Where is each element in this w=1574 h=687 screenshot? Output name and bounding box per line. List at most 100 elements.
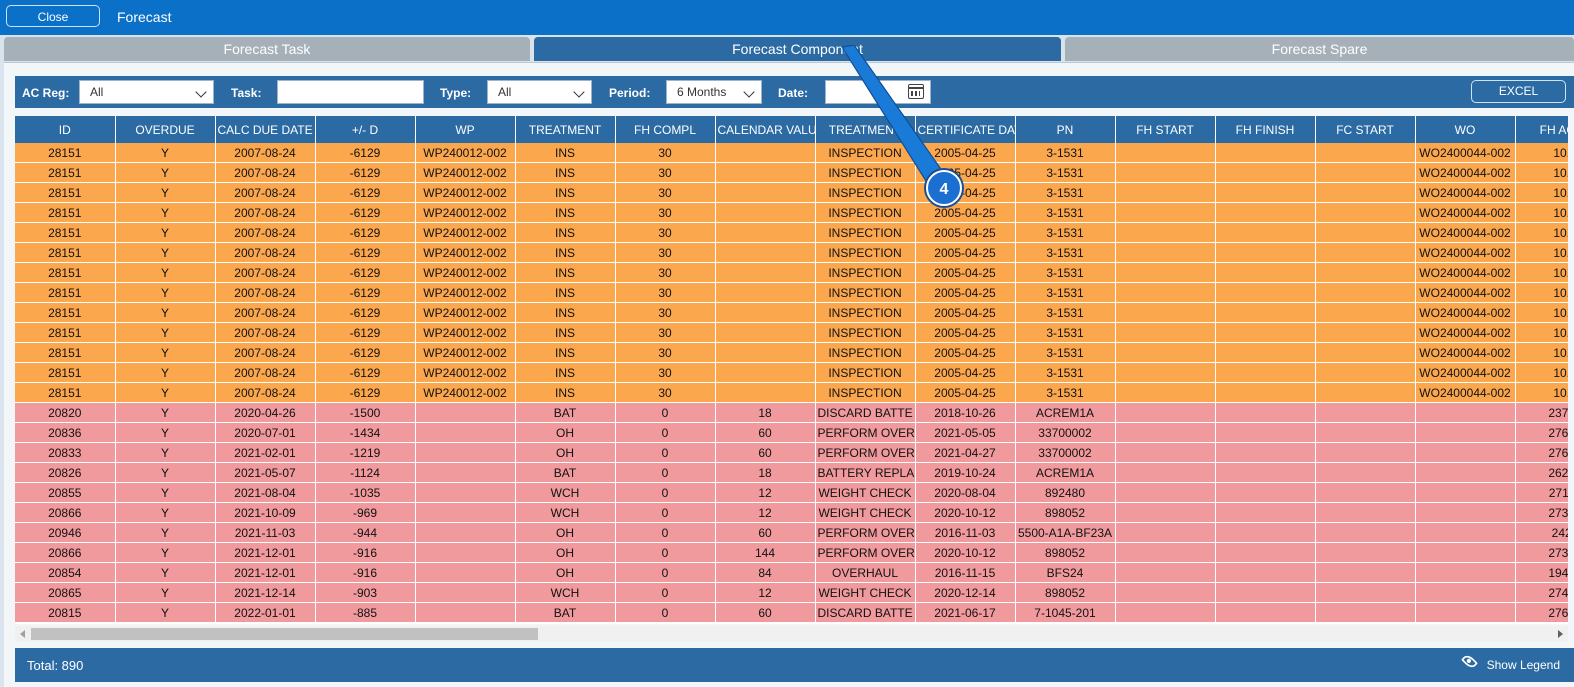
table-row[interactable]: 28151 Y 2007-08-24 -6129 WP240012-002 INS 30 IN… [15,282,1568,303]
table-cell [1115,522,1216,543]
table-cell: -6129 [315,222,416,243]
table-cell: 3-1531 [1015,362,1116,383]
table-cell [715,382,816,403]
table-cell: OH [515,522,616,543]
column-header[interactable]: PN [1015,116,1116,143]
table-cell: 28151 [15,182,116,203]
table-row[interactable]: 28151 Y 2007-08-24 -6129 WP240012-002 INS 30 IN… [15,362,1568,383]
table-cell: 2020-10-12 [915,502,1016,523]
table-cell: WO2400044-002 [1415,242,1516,263]
table-row[interactable]: 28151 Y 2007-08-24 -6129 WP240012-002 INS 30 IN… [15,342,1568,363]
table-cell [1415,502,1516,523]
table-row[interactable]: 20815 Y 2022-01-01 -885 BAT 0 60 DISCARD BATTE 2… [15,602,1568,623]
excel-button[interactable]: EXCEL [1471,80,1566,103]
scroll-right-icon[interactable] [1558,630,1563,638]
column-header[interactable]: WP [415,116,516,143]
table-cell [1215,302,1316,323]
table-cell: 28151 [15,322,116,343]
table-row[interactable]: 20866 Y 2021-12-01 -916 OH 0 144 PERFORM OVER 20… [15,542,1568,563]
table-cell: INS [515,322,616,343]
column-header[interactable]: FH START [1115,116,1216,143]
column-header[interactable]: TREATMENT [515,116,616,143]
column-header[interactable]: CALC DUE DATE [215,116,316,143]
close-button[interactable]: Close [6,5,100,27]
table-cell: 27112 [1515,482,1568,503]
table-cell [1215,182,1316,203]
tab-forecast-spare[interactable]: Forecast Spare [1065,37,1574,61]
table-cell: 19441 [1515,562,1568,583]
table-cell: -1500 [315,402,416,423]
table-cell: Y [115,202,216,223]
column-header[interactable]: +/- D [315,116,416,143]
table-row[interactable]: 20865 Y 2021-12-14 -903 WCH 0 12 WEIGHT CHECK 20… [15,582,1568,603]
table-row[interactable]: 28151 Y 2007-08-24 -6129 WP240012-002 INS 30 IN… [15,182,1568,203]
table-row[interactable]: 20826 Y 2021-05-07 -1124 BAT 0 18 BATTERY REPLA… [15,462,1568,483]
column-header[interactable]: ID [15,116,116,143]
table-cell: 7-1045-201 [1015,602,1116,623]
column-header[interactable]: WO [1415,116,1516,143]
table-cell: 18 [715,462,816,483]
table-cell [1415,522,1516,543]
table-cell [1415,602,1516,623]
table-row[interactable]: 28151 Y 2007-08-24 -6129 WP240012-002 INS 30 IN… [15,143,1568,163]
task-input[interactable] [277,80,424,104]
table-cell: WO2400044-002 [1415,202,1516,223]
period-select[interactable]: 6 Months [666,80,762,104]
table-row[interactable]: 20866 Y 2021-10-09 -969 WCH 0 12 WEIGHT CHECK 20… [15,502,1568,523]
type-select[interactable]: All [487,80,592,104]
scroll-left-icon[interactable] [20,630,25,638]
table-row[interactable]: 20854 Y 2021-12-01 -916 OH 0 84 OVERHAUL 2016-11… [15,562,1568,583]
table-cell [1115,302,1216,323]
column-header[interactable]: FH FINISH [1215,116,1316,143]
ac-reg-select[interactable]: All [79,80,214,104]
table-row[interactable]: 28151 Y 2007-08-24 -6129 WP240012-002 INS 30 IN… [15,222,1568,243]
table-cell: 20815 [15,602,116,623]
table-cell: WO2400044-002 [1415,342,1516,363]
calendar-icon[interactable] [908,84,924,99]
table-row[interactable]: 28151 Y 2007-08-24 -6129 WP240012-002 INS 30 IN… [15,162,1568,183]
tab-forecast-task[interactable]: Forecast Task [4,37,530,61]
table-cell: 0 [615,482,716,503]
table-row[interactable]: 20833 Y 2021-02-01 -1219 OH 0 60 PERFORM OVER 20… [15,442,1568,463]
table-cell: WP240012-002 [415,382,516,403]
column-header[interactable]: FH AC IN [1515,116,1568,143]
eye-icon[interactable] [1461,653,1478,670]
table-row[interactable]: 20855 Y 2021-08-04 -1035 WCH 0 12 WEIGHT CHECK 2… [15,482,1568,503]
table-cell [1315,342,1416,363]
table-cell: BAT [515,462,616,483]
table-row[interactable]: 20836 Y 2020-07-01 -1434 OH 0 60 PERFORM OVER 20… [15,422,1568,443]
scrollbar-thumb[interactable] [31,628,538,640]
table-row[interactable]: 28151 Y 2007-08-24 -6129 WP240012-002 INS 30 IN… [15,202,1568,223]
table-row[interactable]: 28151 Y 2007-08-24 -6129 WP240012-002 INS 30 IN… [15,322,1568,343]
table-cell [1415,402,1516,423]
tab-forecast-component[interactable]: Forecast Component [534,37,1061,61]
table-row[interactable]: 28151 Y 2007-08-24 -6129 WP240012-002 INS 30 IN… [15,262,1568,283]
ac-reg-label: AC Reg: [22,86,70,100]
table-row[interactable]: 20820 Y 2020-04-26 -1500 BAT 0 18 DISCARD BATTE… [15,402,1568,423]
date-input[interactable] [825,80,931,104]
table-cell [715,262,816,283]
table-cell [1315,302,1416,323]
table-cell: 60 [715,522,816,543]
table-cell: INSPECTION [815,143,916,163]
table-row[interactable]: 20946 Y 2021-11-03 -944 OH 0 60 PERFORM OVER 201… [15,522,1568,543]
table-row[interactable]: 28151 Y 2007-08-24 -6129 WP240012-002 INS 30 IN… [15,382,1568,403]
table-cell: -6129 [315,143,416,163]
table-cell: 10.5 [1515,342,1568,363]
table-cell: OH [515,562,616,583]
column-header[interactable]: FH COMPL [615,116,716,143]
show-legend-button[interactable]: Show Legend [1487,658,1560,672]
table-cell: 10.5 [1515,322,1568,343]
table-row[interactable]: 28151 Y 2007-08-24 -6129 WP240012-002 INS 30 IN… [15,242,1568,263]
horizontal-scrollbar[interactable] [15,626,1568,642]
table-cell: Y [115,222,216,243]
table-cell: 20866 [15,502,116,523]
column-header[interactable]: FC START [1315,116,1416,143]
column-header[interactable]: OVERDUE [115,116,216,143]
column-header[interactable]: CERTIFICATE DATE [915,116,1016,143]
column-header[interactable]: CALENDAR VALUE [715,116,816,143]
table-row[interactable]: 28151 Y 2007-08-24 -6129 WP240012-002 INS 30 IN… [15,302,1568,323]
table-cell [1315,602,1416,623]
column-header[interactable]: TREATMENT [815,116,916,143]
table-cell: 27667 [1515,602,1568,623]
